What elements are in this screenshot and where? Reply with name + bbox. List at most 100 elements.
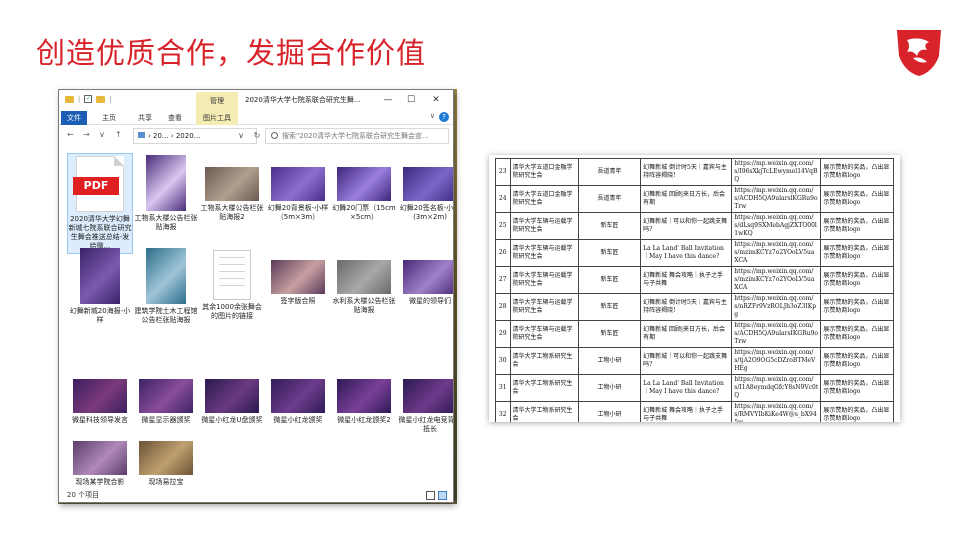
title-bar: | ✓ | 管理 2020清华大学七院系联合研究生舞... — ☐ ✕ xyxy=(59,90,453,111)
tab-view[interactable]: 查看 xyxy=(163,111,187,125)
file-item[interactable]: 微星小红龙颁奖 xyxy=(265,365,331,425)
up-arrow-icon[interactable]: ↑ xyxy=(115,130,122,139)
tab-share[interactable]: 共享 xyxy=(133,111,157,125)
file-item[interactable]: PDF 2020清华大学幻舞新城七院系联合研究生舞会推送总结-发给微... xyxy=(67,153,133,254)
quick-access-dropdown-icon[interactable]: | xyxy=(109,95,111,103)
table-cell[interactable]: https://mp.weixin.qq.com/s/mzimKCYz7o2YO… xyxy=(731,266,822,294)
table-cell[interactable]: https://mp.weixin.qq.com/s/I96sXkjTcLEwy… xyxy=(731,158,822,186)
forward-arrow-icon[interactable]: → xyxy=(83,130,90,139)
file-item-label: 微星小红龙颁奖 xyxy=(273,416,323,424)
image-thumbnail xyxy=(205,167,259,201)
tab-manage[interactable]: 管理 xyxy=(196,92,238,111)
file-item-label: 幻舞20签名板-小样(3m×2m) xyxy=(399,204,454,221)
file-item[interactable]: 其余1000余张舞会的图片的链接 xyxy=(199,246,265,321)
tab-picture-tools[interactable]: 图片工具 xyxy=(196,111,238,125)
file-item[interactable]: 工物系大楼公告栏张贴海报2 xyxy=(199,153,265,222)
file-item-label: 微星小红龙U盘颁奖 xyxy=(201,416,263,424)
expand-ribbon-icon[interactable]: ∨ xyxy=(430,112,435,122)
file-item[interactable]: 现场易拉宝 xyxy=(133,427,199,487)
file-item-label: 其余1000余张舞会的图片的链接 xyxy=(202,303,262,320)
table-cell: 新车匠 xyxy=(577,293,642,321)
tab-home[interactable]: 主页 xyxy=(97,111,121,125)
table-cell[interactable]: https://mp.weixin.qq.com/s/RMVYIbKiKe4W@… xyxy=(731,401,822,422)
close-button[interactable]: ✕ xyxy=(427,90,445,111)
folder-icon xyxy=(65,95,74,103)
table-cell: 清华大学车辆与运载学院研究生会 xyxy=(509,320,579,348)
table-cell[interactable]: https://mp.weixin.qq.com/s/tjA2O9OG5cDZr… xyxy=(731,347,822,375)
table-row: 31 清华大学工物系研究生会 工物小研 La La Land' Ball Invita… xyxy=(495,374,894,402)
file-item[interactable]: 幻舞新城20海报-小样 xyxy=(67,246,133,325)
status-bar: 20 个项目 xyxy=(59,487,453,502)
table-cell: 28 xyxy=(495,293,511,321)
file-item[interactable]: 微星的领导们 xyxy=(397,246,453,306)
table-cell[interactable]: https://mp.weixin.qq.com/s/nRZFr9VzROLJh… xyxy=(731,293,822,321)
table-cell: 幻舞新城｜可以和你一起跳支舞吗? xyxy=(640,347,733,375)
table-cell[interactable]: https://mp.weixin.qq.com/s/I1A8eymdqGfcY… xyxy=(731,374,822,402)
image-thumbnail xyxy=(403,260,453,294)
file-item[interactable]: 微星小红龙U盘颁奖 xyxy=(199,365,265,425)
table-cell: 31 xyxy=(495,374,511,402)
search-input[interactable]: 搜索"2020清华大学七院系联合研究生舞会宣... xyxy=(265,128,449,144)
table-cell: 26 xyxy=(495,239,511,267)
file-item-label: 微星的领导们 xyxy=(409,297,451,305)
table-cell: 展示赞助的奖品，凸出显示赞助商logo xyxy=(820,293,894,321)
table-cell[interactable]: https://mp.weixin.qq.com/s/mzimKCYz7o2YO… xyxy=(731,239,822,267)
image-thumbnail xyxy=(80,248,120,304)
pdf-badge: PDF xyxy=(73,177,119,195)
table-row: 23 清华大学五道口金融学院研究生会 吾道青年 幻舞新城 倒计时5天｜嘉宾与主持阵容揭… xyxy=(495,158,894,186)
file-item-label: 工物系大楼公告栏张贴海报2 xyxy=(200,204,264,221)
image-thumbnail xyxy=(271,260,325,294)
table-cell: 清华大学五道口金融学院研究生会 xyxy=(509,158,579,186)
file-item[interactable]: 微星科技领导发言 xyxy=(67,365,133,425)
refresh-icon[interactable]: ↻ xyxy=(251,128,263,144)
file-item[interactable]: 微星小红龙颁奖2 xyxy=(331,365,397,425)
file-item[interactable]: 工物系大楼公告栏张贴海报 xyxy=(133,153,199,232)
file-item[interactable]: 微星显示器颁奖 xyxy=(133,365,199,425)
promotion-table: 23 清华大学五道口金融学院研究生会 吾道青年 幻舞新城 倒计时5天｜嘉宾与主持阵容揭… xyxy=(495,158,894,422)
table-cell[interactable]: https://mp.weixin.qq.com/s/ACDH5QA9ulars… xyxy=(731,185,822,213)
file-item[interactable]: 现场某学院合影 xyxy=(67,427,133,487)
minimize-button[interactable]: — xyxy=(379,90,397,111)
file-item[interactable]: 幻舞20门票（15cm×5cm） xyxy=(331,153,397,222)
table-row: 24 清华大学五道口金融学院研究生会 吾道青年 幻舞新城 回顾|来日方长，后会有期 ht… xyxy=(495,185,894,213)
table-row: 29 清华大学车辆与运载学院研究生会 新车匠 幻舞新城 回顾|来日方长，后会有期 htt… xyxy=(495,320,894,348)
file-item-label: 微星科技领导发言 xyxy=(72,416,128,424)
table-cell: 展示赞助的奖品，凸出显示赞助商logo xyxy=(820,185,894,213)
image-thumbnail xyxy=(73,441,127,475)
file-item[interactable]: 水利系大楼公告栏张贴海报 xyxy=(331,246,397,315)
table-cell: 新车匠 xyxy=(577,239,642,267)
document-file-icon xyxy=(213,250,251,300)
recent-dropdown-icon[interactable]: ∨ xyxy=(99,130,105,139)
image-thumbnail xyxy=(205,379,259,413)
maximize-button[interactable]: ☐ xyxy=(402,90,420,111)
pdf-file-icon: PDF xyxy=(73,156,124,212)
new-folder-icon[interactable] xyxy=(96,95,106,103)
file-item[interactable]: 建筑学院土木工程馆公告栏张贴海报 xyxy=(133,246,199,325)
large-icons-view-icon[interactable] xyxy=(438,491,447,500)
table-cell[interactable]: https://mp.weixin.qq.com/s/dLsq9SXMebAgj… xyxy=(731,212,822,240)
address-dropdown-icon[interactable]: ∨ xyxy=(235,128,247,144)
details-view-icon[interactable] xyxy=(426,491,435,500)
table-cell: 新车匠 xyxy=(577,266,642,294)
image-thumbnail xyxy=(271,379,325,413)
file-item-label: 工物系大楼公告栏张贴海报 xyxy=(134,214,198,231)
table-cell: La La Land' Ball Invitation｜May I have t… xyxy=(640,374,733,402)
table-cell: 展示赞助的奖品，凸出显示赞助商logo xyxy=(820,374,894,402)
table-cell: 展示赞助的奖品，凸出显示赞助商logo xyxy=(820,158,894,186)
file-item[interactable]: 幻舞20签名板-小样(3m×2m) xyxy=(397,153,454,222)
file-item[interactable]: 签字版合照 xyxy=(265,246,331,306)
table-cell[interactable]: https://mp.weixin.qq.com/s/ACDH5QA9ulars… xyxy=(731,320,822,348)
file-item-label: 签字版合照 xyxy=(280,297,316,305)
properties-check-icon[interactable]: ✓ xyxy=(84,95,93,103)
table-cell: 幻舞新城 舞会攻略｜执子之手 与子共舞 xyxy=(640,401,733,422)
back-arrow-icon[interactable]: ← xyxy=(67,130,74,139)
tab-file[interactable]: 文件 xyxy=(61,111,87,125)
file-item[interactable]: 微星小红龙电竞背包抵长 xyxy=(397,365,453,434)
image-thumbnail xyxy=(337,167,391,201)
table-cell: 29 xyxy=(495,320,511,348)
help-icon[interactable]: ? xyxy=(439,112,449,122)
table-cell: 展示赞助的奖品，凸出显示赞助商logo xyxy=(820,320,894,348)
table-row: 26 清华大学车辆与运载学院研究生会 新车匠 La La Land' Ball Inv… xyxy=(495,239,894,267)
file-item[interactable]: 幻舞20背景板-小样（5m×3m） xyxy=(265,153,331,222)
table-cell: 清华大学工物系研究生会 xyxy=(509,347,579,375)
